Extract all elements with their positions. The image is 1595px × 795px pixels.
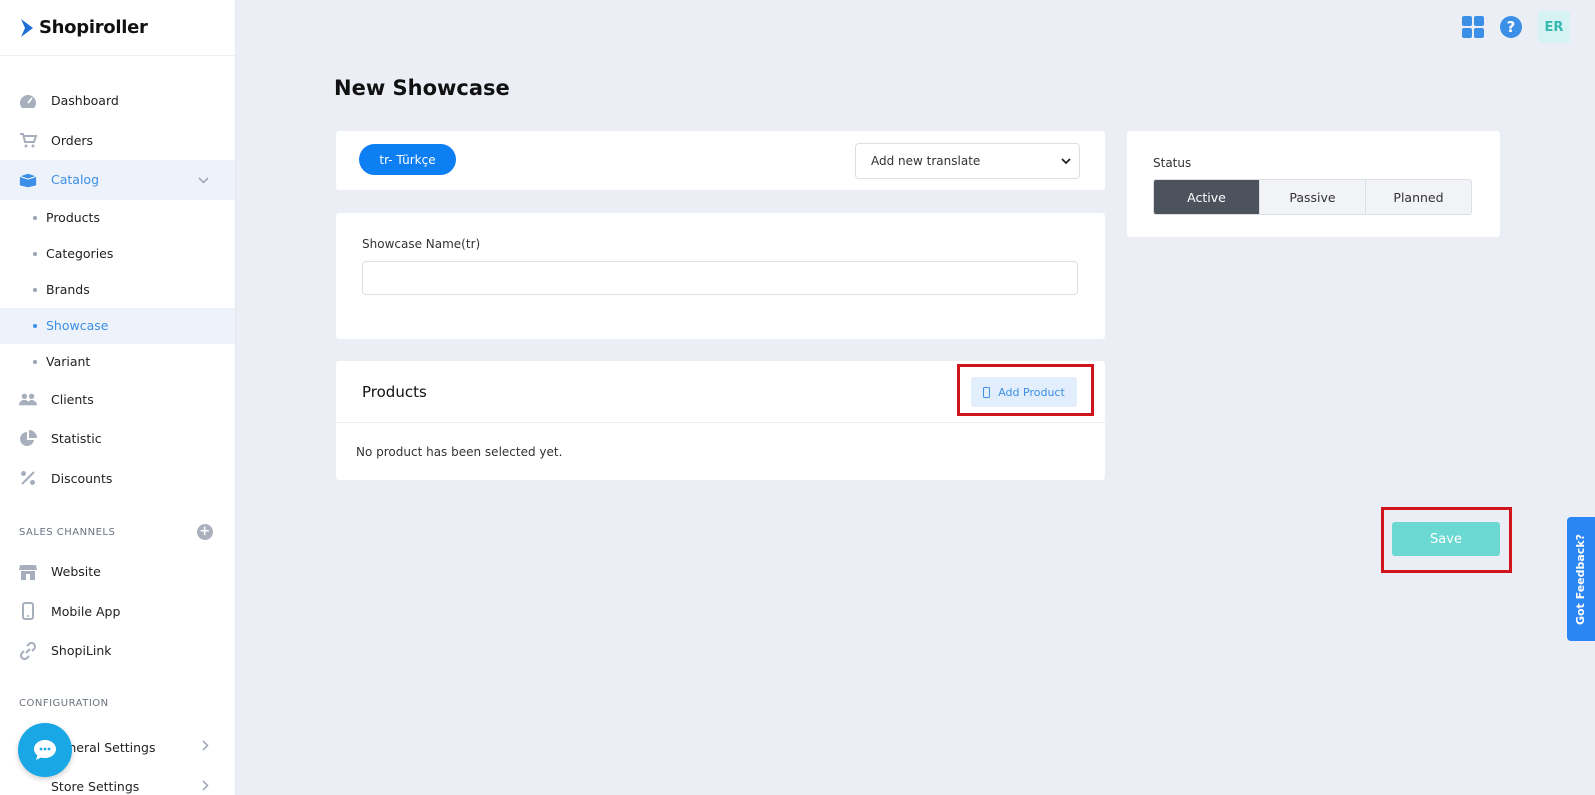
bullet-icon [33, 359, 37, 364]
box-icon [19, 171, 37, 189]
sidebar-subitem-variant[interactable]: Variant [0, 344, 235, 380]
sidebar-subitem-label: Categories [46, 246, 114, 261]
link-icon [19, 641, 37, 660]
sidebar-subitem-label: Products [46, 210, 100, 225]
bullet-icon [33, 251, 37, 256]
sidebar-item-discounts[interactable]: Discounts [0, 459, 235, 499]
showcase-name-card: Showcase Name(tr) [336, 213, 1105, 339]
language-tab-button[interactable]: tr- Türkçe [359, 144, 456, 175]
sidebar-item-statistic[interactable]: Statistic [0, 419, 235, 459]
configuration-heading: CONFIGURATION [0, 684, 235, 724]
sidebar-item-dashboard[interactable]: Dashboard [0, 81, 235, 121]
add-channel-icon[interactable]: + [197, 524, 213, 540]
sidebar-item-label: Catalog [51, 172, 100, 188]
store-settings-icon [19, 778, 37, 795]
language-card: tr- Türkçe Add new translate [336, 131, 1105, 190]
apps-grid-icon[interactable] [1462, 16, 1484, 38]
sidebar-item-clients[interactable]: Clients [0, 380, 235, 420]
mobile-icon [19, 602, 37, 621]
sidebar-item-label: Statistic [51, 431, 102, 447]
chat-button[interactable] [18, 723, 72, 777]
products-title: Products [362, 383, 427, 401]
sidebar-subitem-categories[interactable]: Categories [0, 236, 235, 272]
showcase-name-input[interactable] [362, 261, 1078, 295]
sidebar-item-orders[interactable]: Orders [0, 121, 235, 161]
cart-icon [19, 131, 37, 149]
chevron-down-icon [198, 173, 209, 187]
main-nav: Dashboard Orders Catalog Products Catego… [0, 81, 235, 498]
chevron-right-icon [202, 740, 209, 754]
sidebar-subitem-label: Brands [46, 282, 90, 297]
bullet-icon [33, 323, 37, 328]
feedback-label: Got Feedback? [1574, 533, 1588, 625]
status-option-passive[interactable]: Passive [1260, 180, 1366, 214]
sales-channels-heading: SALES CHANNELS + [0, 512, 235, 552]
percent-icon [19, 469, 37, 487]
help-icon[interactable]: ? [1500, 16, 1522, 38]
highlight-box-add-product [957, 364, 1094, 416]
section-title: CONFIGURATION [19, 698, 109, 709]
sidebar-item-label: ShopiLink [51, 643, 112, 659]
empty-products-message: No product has been selected yet. [356, 445, 563, 459]
bullet-icon [33, 215, 37, 220]
chat-icon [34, 740, 56, 760]
sidebar-subitem-brands[interactable]: Brands [0, 272, 235, 308]
sidebar-item-label: Mobile App [51, 603, 121, 619]
highlight-box-save [1381, 507, 1512, 573]
sidebar-subitem-label: Variant [46, 354, 91, 369]
avatar[interactable]: ER [1538, 11, 1570, 43]
chevron-right-icon [202, 780, 209, 794]
status-label: Status [1153, 156, 1192, 170]
sidebar-item-catalog[interactable]: Catalog [0, 160, 235, 200]
feedback-tab[interactable]: Got Feedback? [1567, 517, 1595, 641]
section-title: SALES CHANNELS [19, 526, 116, 538]
sidebar-item-website[interactable]: Website [0, 552, 235, 592]
shopiroller-logo-icon [21, 18, 33, 37]
sidebar-item-label: Clients [51, 391, 94, 407]
sidebar-item-label: Discounts [51, 470, 113, 486]
sidebar-item-label: Dashboard [51, 93, 119, 109]
status-card: Status Active Passive Planned [1127, 131, 1500, 237]
sidebar-item-label: Store Settings [51, 779, 140, 795]
showcase-name-label: Showcase Name(tr) [362, 237, 481, 251]
sidebar-subitem-label: Showcase [46, 318, 109, 333]
sidebar-subitem-showcase[interactable]: Showcase [0, 307, 235, 344]
status-segmented-control: Active Passive Planned [1153, 179, 1472, 215]
select-value: Add new translate [871, 154, 981, 168]
top-bar-actions: ? ER [1462, 11, 1570, 43]
sidebar: Shopiroller Dashboard Orders Catalog Pro… [0, 0, 236, 795]
page-title: New Showcase [334, 76, 510, 100]
sidebar-item-label: Orders [51, 132, 94, 148]
sidebar-item-mobile-app[interactable]: Mobile App [0, 592, 235, 632]
logo-text: Shopiroller [39, 17, 148, 38]
logo[interactable]: Shopiroller [0, 0, 235, 56]
add-translate-select[interactable]: Add new translate [855, 143, 1080, 179]
sales-channels-nav: Website Mobile App ShopiLink [0, 552, 235, 671]
sidebar-item-shopilink[interactable]: ShopiLink [0, 631, 235, 671]
users-icon [19, 390, 37, 408]
gauge-icon [19, 92, 37, 110]
status-option-active[interactable]: Active [1154, 180, 1260, 214]
pie-chart-icon [19, 429, 37, 448]
bullet-icon [33, 287, 37, 292]
chevron-down-icon [1061, 155, 1071, 168]
store-icon [19, 563, 37, 581]
status-option-planned[interactable]: Planned [1366, 180, 1471, 214]
sidebar-item-label: Website [51, 564, 101, 580]
sidebar-subitem-products[interactable]: Products [0, 200, 235, 236]
